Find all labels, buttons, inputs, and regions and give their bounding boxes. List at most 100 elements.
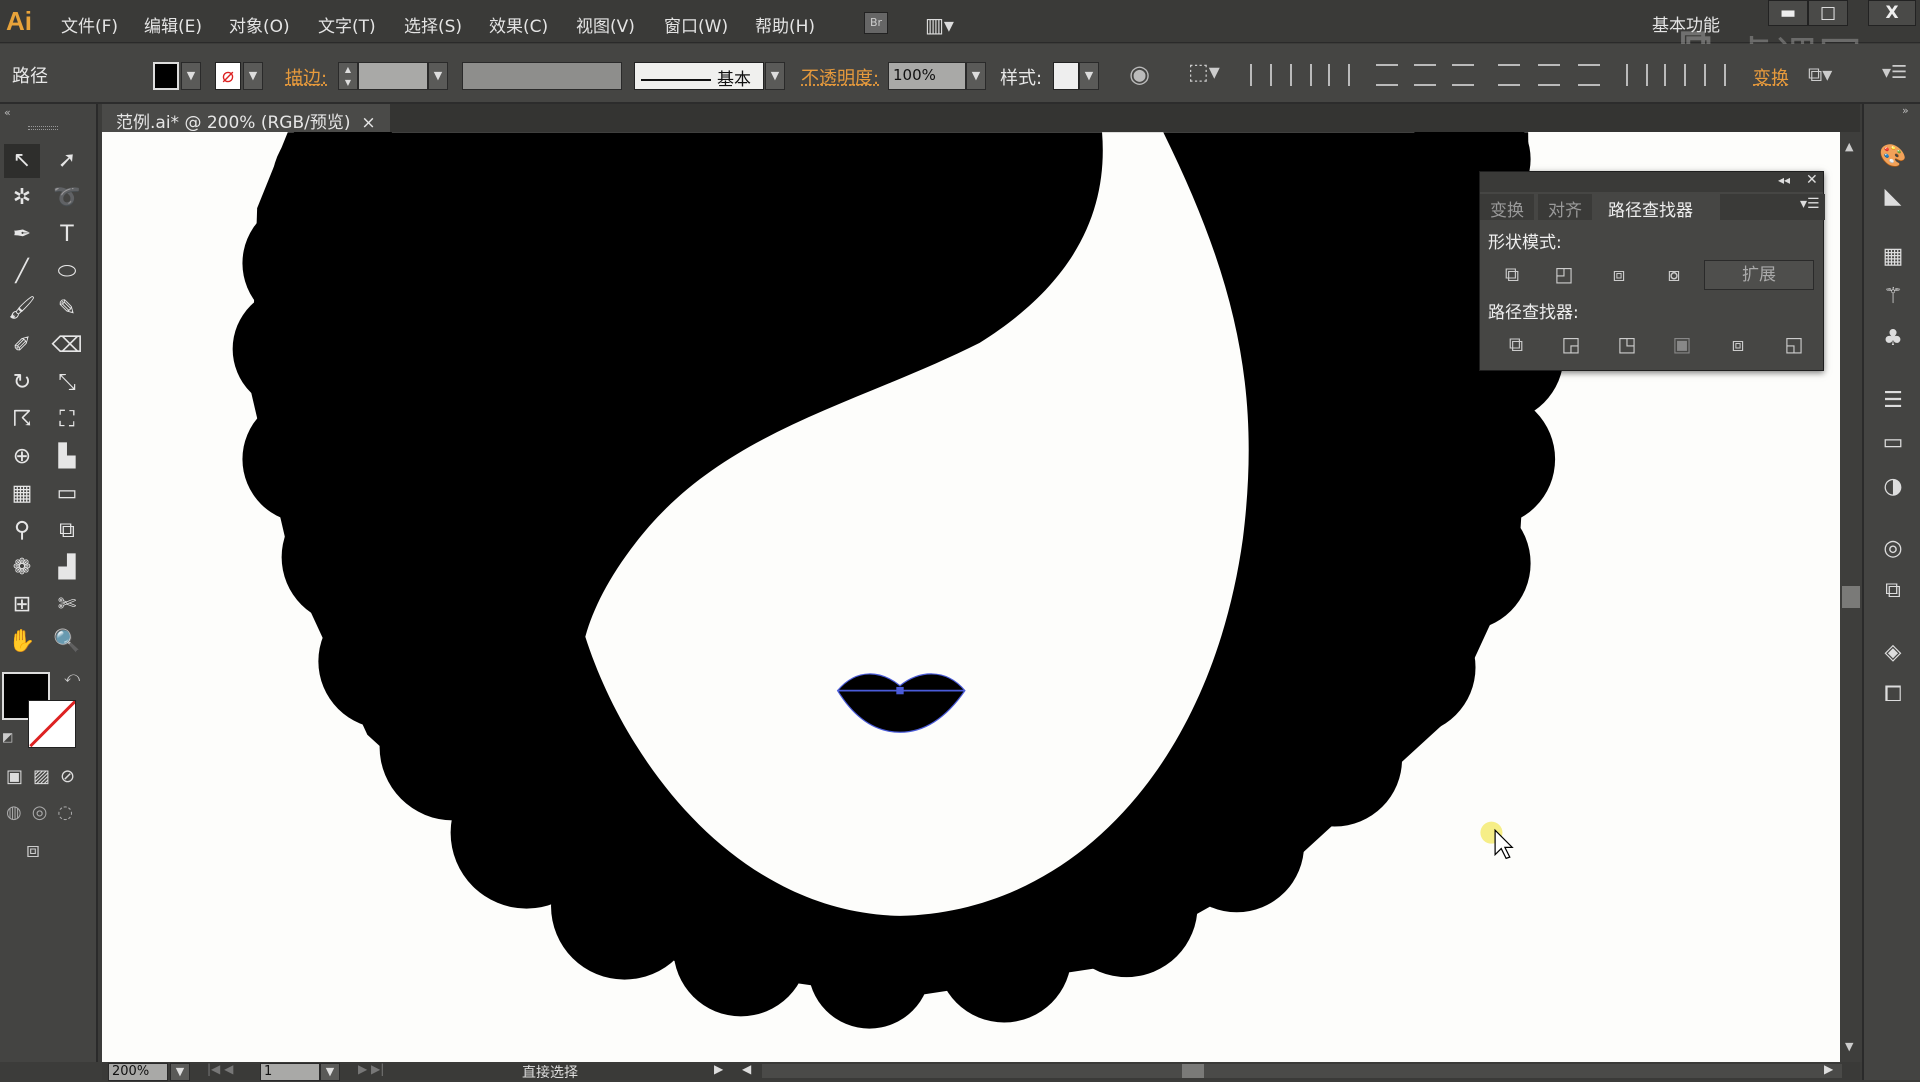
color-panel-icon[interactable]: 🎨 bbox=[1878, 144, 1908, 174]
gradient-tool-icon[interactable]: ▭ bbox=[49, 477, 85, 511]
menu-help[interactable]: 帮助(H) bbox=[755, 12, 815, 37]
document-tab[interactable]: 范例.ai* @ 200% (RGB/预览) × bbox=[102, 104, 390, 133]
distribute-top-icon[interactable] bbox=[1498, 64, 1520, 86]
distribute-vertical-center-icon[interactable] bbox=[1538, 64, 1560, 86]
stroke-color-box[interactable] bbox=[28, 700, 76, 748]
transform-link[interactable]: 变换 bbox=[1753, 64, 1789, 90]
lasso-tool-icon[interactable]: ➰ bbox=[49, 181, 85, 215]
distribute-horizontal-center-icon[interactable] bbox=[1664, 64, 1686, 86]
symbols-icon[interactable]: ♣ bbox=[1878, 326, 1908, 356]
line-tool-icon[interactable]: ╱ bbox=[4, 255, 40, 289]
fill-dropdown[interactable]: ▼ bbox=[181, 62, 201, 90]
blend-tool-icon[interactable]: ⧉ bbox=[49, 514, 85, 548]
direct-selection-tool-icon[interactable]: ➚ bbox=[49, 144, 85, 178]
vertical-scrollbar[interactable]: ▲ ▼ bbox=[1840, 132, 1862, 1062]
tab-pathfinder[interactable]: 路径查找器 bbox=[1598, 194, 1703, 221]
collapse-icon[interactable]: « bbox=[4, 106, 11, 119]
opacity-label[interactable]: 不透明度: bbox=[801, 64, 879, 90]
gradient-panel-icon[interactable]: ▭ bbox=[1878, 430, 1908, 460]
scroll-right-icon[interactable]: ▶ bbox=[1824, 1062, 1833, 1076]
style-dropdown[interactable]: ▼ bbox=[1079, 62, 1099, 90]
exclude-icon[interactable]: ⧇ bbox=[1660, 262, 1688, 290]
pen-tool-icon[interactable]: ✒ bbox=[4, 218, 40, 252]
menu-view[interactable]: 视图(V) bbox=[576, 12, 635, 37]
scroll-thumb[interactable] bbox=[1842, 586, 1860, 608]
divide-icon[interactable]: ⧉ bbox=[1502, 332, 1530, 360]
graphic-style-swatch[interactable] bbox=[1053, 62, 1079, 90]
distribute-right-icon[interactable] bbox=[1704, 64, 1726, 86]
isolate-icon[interactable]: ⧉▾ bbox=[1808, 62, 1832, 86]
bridge-button[interactable]: Br bbox=[864, 12, 888, 34]
ellipse-tool-icon[interactable]: ⬭ bbox=[49, 255, 85, 289]
stroke-label[interactable]: 描边: bbox=[285, 64, 327, 90]
menu-file[interactable]: 文件(F) bbox=[61, 12, 118, 37]
horizontal-scroll-thumb[interactable] bbox=[1182, 1064, 1204, 1078]
distribute-left-icon[interactable] bbox=[1626, 64, 1648, 86]
minus-front-icon[interactable]: ◰ bbox=[1550, 262, 1578, 290]
menu-type[interactable]: 文字(T) bbox=[318, 12, 376, 37]
menu-select[interactable]: 选择(S) bbox=[404, 12, 462, 37]
swatches-icon[interactable]: ▦ bbox=[1878, 244, 1908, 274]
stroke-panel-icon[interactable]: ☰ bbox=[1878, 388, 1908, 418]
color-guide-icon[interactable]: ◣ bbox=[1878, 184, 1908, 214]
align-top-icon[interactable] bbox=[1376, 64, 1398, 86]
first-artboard-icon[interactable]: |◀ ◀ bbox=[207, 1062, 233, 1076]
warp-tool-icon[interactable]: ☈ bbox=[4, 403, 40, 437]
slice-tool-icon[interactable]: ✄ bbox=[49, 588, 85, 622]
align-to-selection-icon[interactable]: ⬚▾ bbox=[1188, 60, 1220, 85]
control-menu-icon[interactable]: ▾☰ bbox=[1882, 62, 1907, 83]
trim-icon[interactable]: ◲ bbox=[1557, 332, 1585, 360]
panel-menu-icon[interactable]: ▾☰ bbox=[1800, 196, 1820, 212]
scroll-down-icon[interactable]: ▼ bbox=[1845, 1040, 1853, 1053]
outline-icon[interactable]: ⧈ bbox=[1724, 332, 1752, 360]
align-horizontal-center-icon[interactable] bbox=[1290, 64, 1312, 86]
tab-transform[interactable]: 变换 bbox=[1480, 194, 1534, 221]
perspective-grid-tool-icon[interactable]: ▙ bbox=[49, 440, 85, 474]
default-colors-icon[interactable]: ◩ bbox=[2, 730, 13, 744]
recolor-artwork-icon[interactable]: ◉ bbox=[1129, 60, 1150, 88]
drawing-mode-buttons[interactable]: ◍◎◌ bbox=[6, 802, 83, 823]
symbol-sprayer-tool-icon[interactable]: ❁ bbox=[4, 551, 40, 585]
merge-icon[interactable]: ◳ bbox=[1613, 332, 1641, 360]
close-panel-icon[interactable]: ✕ bbox=[1806, 172, 1818, 188]
brush-definition-dropdown[interactable]: 基本 bbox=[634, 62, 764, 90]
brushes-icon[interactable]: ⚚ bbox=[1878, 284, 1908, 314]
selection-tool-icon[interactable]: ↖ bbox=[4, 144, 40, 178]
stroke-weight-dropdown[interactable]: ▼ bbox=[428, 62, 448, 90]
transparency-icon[interactable]: ◑ bbox=[1878, 474, 1908, 504]
panel-header[interactable] bbox=[1480, 172, 1823, 192]
eraser-tool-icon[interactable]: ⌫ bbox=[49, 329, 85, 363]
stroke-dropdown[interactable]: ▼ bbox=[243, 62, 263, 90]
distribute-bottom-icon[interactable] bbox=[1578, 64, 1600, 86]
color-mode-buttons[interactable]: ▣▨⊘ bbox=[6, 766, 85, 787]
artboard-number-input[interactable]: 1 bbox=[260, 1063, 320, 1081]
arrange-documents-icon[interactable]: ▥▾ bbox=[925, 13, 954, 37]
screen-mode-icon[interactable]: ⧈ bbox=[26, 838, 40, 863]
minus-back-icon[interactable]: ◱ bbox=[1780, 332, 1808, 360]
eyedropper-tool-icon[interactable]: ⚲ bbox=[4, 514, 40, 548]
close-tab-icon[interactable]: × bbox=[361, 113, 375, 133]
align-bottom-icon[interactable] bbox=[1452, 64, 1474, 86]
pencil-tool-icon[interactable]: ✎ bbox=[49, 292, 85, 326]
hand-tool-icon[interactable]: ✋ bbox=[4, 625, 40, 659]
minimize-button[interactable]: ▬ bbox=[1768, 0, 1808, 26]
stroke-weight-input[interactable] bbox=[358, 62, 428, 90]
type-tool-icon[interactable]: T bbox=[49, 218, 85, 252]
zoom-dropdown[interactable]: ▼ bbox=[170, 1063, 190, 1081]
align-vertical-center-icon[interactable] bbox=[1414, 64, 1436, 86]
zoom-tool-icon[interactable]: 🔍 bbox=[49, 625, 85, 659]
maximize-button[interactable]: □ bbox=[1808, 0, 1848, 26]
blob-brush-tool-icon[interactable]: ✐ bbox=[4, 329, 40, 363]
panel-grip[interactable] bbox=[28, 126, 58, 130]
zoom-level-input[interactable]: 200% bbox=[108, 1063, 168, 1081]
artboards-icon[interactable]: ⧠ bbox=[1878, 682, 1908, 712]
fill-swatch[interactable] bbox=[153, 62, 179, 90]
align-left-icon[interactable] bbox=[1250, 64, 1272, 86]
magic-wand-tool-icon[interactable]: ✲ bbox=[4, 181, 40, 215]
graphic-styles-icon[interactable]: ⧉ bbox=[1878, 578, 1908, 608]
expand-dock-icon[interactable]: » bbox=[1902, 104, 1909, 117]
next-artboard-icon[interactable]: ▶ ▶| bbox=[358, 1062, 384, 1076]
column-graph-tool-icon[interactable]: ▟ bbox=[49, 551, 85, 585]
variable-width-dropdown[interactable] bbox=[462, 62, 622, 90]
opacity-input[interactable]: 100% bbox=[888, 62, 966, 90]
